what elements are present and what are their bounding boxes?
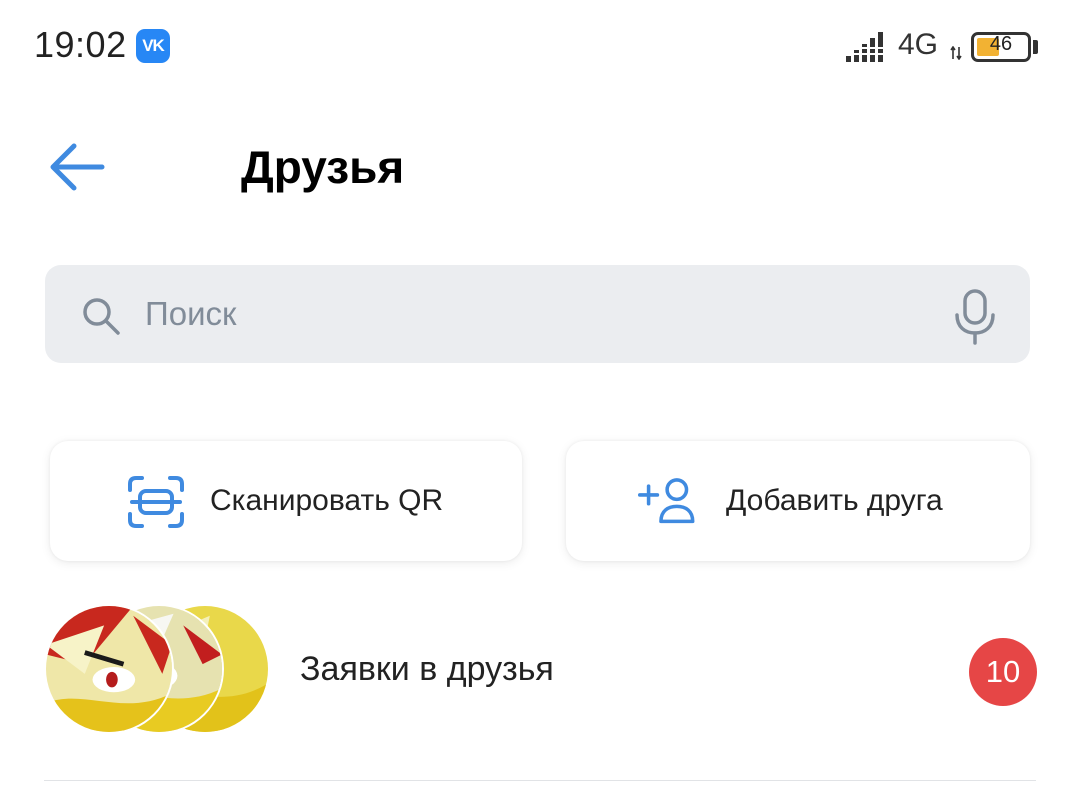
friend-requests-row[interactable]: Заявки в друзья 10: [0, 598, 1080, 748]
battery-icon: 46: [971, 32, 1031, 62]
page-title: Друзья: [241, 141, 405, 193]
microphone-icon[interactable]: [953, 289, 997, 345]
battery-level: 46: [989, 33, 1013, 55]
scan-qr-label: Сканировать QR: [210, 484, 444, 517]
arrow-left-icon: [50, 143, 105, 191]
search-icon: [83, 298, 120, 335]
search-input[interactable]: [145, 289, 925, 339]
add-friend-button[interactable]: Добавить друга: [566, 441, 1030, 561]
status-time: 19:02: [34, 24, 127, 65]
friend-requests-label: Заявки в друзья: [300, 650, 554, 688]
qr-scan-icon: [128, 476, 184, 528]
add-friend-label: Добавить друга: [726, 484, 943, 517]
scan-qr-button[interactable]: Сканировать QR: [50, 441, 522, 561]
avatar: [44, 604, 174, 734]
data-transfer-icon: [950, 46, 962, 60]
divider: [44, 780, 1036, 781]
add-user-icon: [638, 478, 695, 524]
vk-logo-icon: VK: [136, 29, 170, 63]
signal-strength-icon: [846, 32, 886, 62]
back-button[interactable]: [44, 138, 110, 196]
status-bar: 19:02 VK 4G 46: [0, 0, 1080, 90]
network-type: 4G: [898, 28, 939, 61]
battery-cap: [1033, 40, 1038, 54]
requests-count-badge: 10: [969, 638, 1037, 706]
search-bar[interactable]: [45, 265, 1030, 363]
requester-avatars: [44, 604, 276, 738]
